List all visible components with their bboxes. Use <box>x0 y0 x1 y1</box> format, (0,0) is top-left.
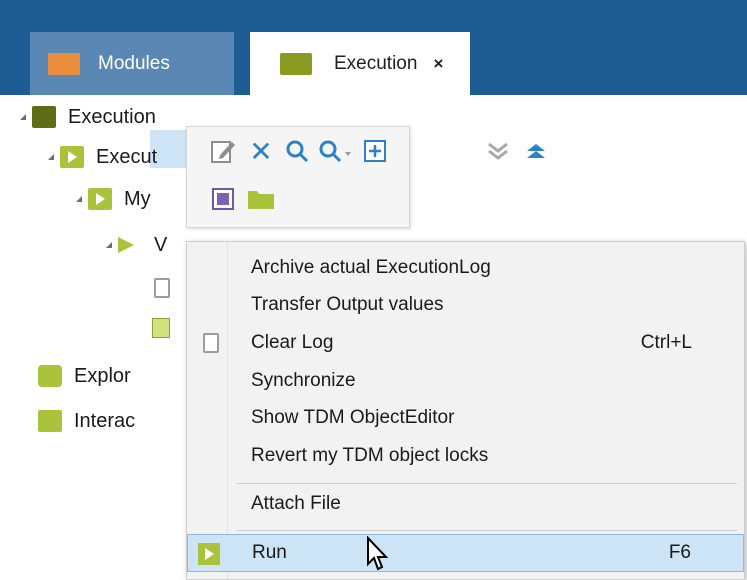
search-dropdown-icon[interactable] <box>317 137 357 165</box>
tree-label: Execution <box>68 105 156 128</box>
delete-icon[interactable]: ✕ <box>247 136 275 167</box>
menu-item-clear-log[interactable]: Clear Log Ctrl+L <box>187 324 744 362</box>
menu-item-shortcut: F6 <box>668 542 691 563</box>
tree-label: V <box>154 233 168 256</box>
mini-toolbar: ✕ <box>186 126 410 228</box>
menu-item-attach-file[interactable]: Attach File <box>187 485 744 523</box>
run-icon <box>198 543 220 565</box>
tab-execution[interactable]: Execution × <box>250 32 470 95</box>
tab-bar: Modules Execution × <box>0 0 747 95</box>
menu-item-transfer-output[interactable]: Transfer Output values <box>187 286 744 324</box>
tree-item-my[interactable]: My <box>76 182 151 216</box>
collapse-all-icon[interactable] <box>484 137 512 165</box>
collapse-up-icon[interactable] <box>522 137 550 165</box>
tree-label: Explor <box>74 364 131 387</box>
menu-item-label: Attach File <box>251 493 341 514</box>
menu-item-label: Archive actual ExecutionLog <box>251 257 491 278</box>
tab-modules[interactable]: Modules <box>30 32 234 95</box>
menu-item-shortcut: Ctrl+L <box>640 332 692 353</box>
menu-item-label: Run <box>252 542 287 563</box>
context-menu: Archive actual ExecutionLog Transfer Out… <box>186 241 745 580</box>
tab-execution-label: Execution <box>334 52 418 74</box>
expand-arrow-icon[interactable] <box>20 114 26 120</box>
tree-label: Execut <box>96 145 158 168</box>
tree-label: Interac <box>74 409 136 432</box>
test-step-icon <box>152 318 170 338</box>
expand-arrow-icon[interactable] <box>76 196 82 202</box>
folder-icon <box>48 52 80 75</box>
menu-item-label: Show TDM ObjectEditor <box>251 407 455 428</box>
menu-item-label: Synchronize <box>251 370 356 391</box>
tree-item-selected[interactable]: V <box>106 228 167 262</box>
run-triangle-icon <box>118 237 134 253</box>
expand-icon[interactable] <box>361 137 389 165</box>
log-icon <box>154 278 170 298</box>
menu-separator <box>237 483 737 484</box>
tree-root[interactable]: Execution <box>20 100 156 134</box>
menu-item-synchronize[interactable]: Synchronize <box>187 362 744 400</box>
menu-item-label: Clear Log <box>251 332 334 353</box>
clear-log-icon <box>203 333 219 353</box>
expand-arrow-icon[interactable] <box>48 154 54 160</box>
edit-icon[interactable] <box>209 137 237 165</box>
mouse-cursor-icon <box>366 535 390 577</box>
menu-item-label: Transfer Output values <box>251 294 444 315</box>
menu-separator <box>237 530 737 531</box>
stop-icon[interactable] <box>209 185 237 213</box>
search-icon[interactable] <box>283 137 311 165</box>
expand-arrow-icon[interactable] <box>106 242 112 248</box>
menu-item-label: Revert my TDM object locks <box>251 445 489 466</box>
folder-icon <box>32 106 56 128</box>
menu-item-archive-log[interactable]: Archive actual ExecutionLog <box>187 249 744 287</box>
execution-list-icon <box>88 188 112 210</box>
menu-item-revert-tdm-locks[interactable]: Revert my TDM object locks <box>187 437 744 475</box>
folder-icon <box>280 52 312 75</box>
tab-modules-label: Modules <box>98 52 170 74</box>
interactive-icon <box>38 410 62 432</box>
menu-item-run[interactable]: Run F6 <box>187 534 744 572</box>
execution-list-icon <box>60 146 84 168</box>
tree-label: My <box>124 187 151 210</box>
close-icon[interactable]: × <box>433 54 443 74</box>
tree-item-execution-list[interactable]: Execut <box>48 140 157 174</box>
menu-item-show-tdm-objecteditor[interactable]: Show TDM ObjectEditor <box>187 399 744 437</box>
tree-item-interac[interactable]: Interac <box>38 404 135 438</box>
tree-item-explor[interactable]: Explor <box>38 359 131 393</box>
exploration-icon <box>38 365 62 387</box>
folder-icon[interactable] <box>247 185 275 213</box>
